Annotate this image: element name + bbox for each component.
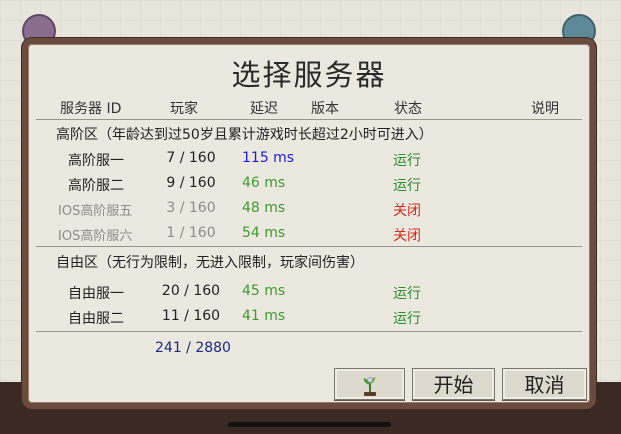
total-divider	[36, 331, 582, 332]
server-name: 高阶服一	[68, 153, 124, 169]
section-divider	[36, 246, 582, 247]
col-players: 玩家	[170, 101, 198, 117]
col-server-id: 服务器 ID	[60, 101, 122, 117]
server-status: 运行	[393, 286, 421, 302]
total-players: 241 / 2880	[155, 340, 231, 356]
server-ping: 48 ms	[242, 200, 286, 216]
server-ping: 41 ms	[242, 308, 286, 324]
section-label-advanced: 高阶区（年龄达到过50岁且累计游戏时长超过2小时可进入）	[56, 127, 433, 143]
server-players: 1 / 160	[166, 225, 216, 241]
server-name: 高阶服二	[68, 178, 124, 194]
start-button[interactable]: 开始	[412, 368, 495, 400]
server-name: 自由服一	[68, 286, 124, 302]
server-status: 运行	[393, 153, 421, 169]
dialog-title: 选择服务器	[231, 58, 387, 92]
server-row[interactable]: 自由服一 20 / 160 45 ms 运行	[28, 283, 590, 305]
server-players: 9 / 160	[166, 175, 216, 191]
server-ping: 115 ms	[242, 150, 295, 166]
col-status: 状态	[394, 101, 422, 117]
table-header: 服务器 ID 玩家 延迟 版本 状态 说明	[28, 98, 590, 120]
server-ping: 54 ms	[242, 225, 286, 241]
server-row[interactable]: 高阶服一 7 / 160 115 ms 运行	[28, 150, 590, 172]
server-players: 7 / 160	[166, 150, 216, 166]
server-row[interactable]: IOS高阶服六 1 / 160 54 ms 关闭	[28, 225, 590, 247]
section-label-free: 自由区（无行为限制，无进入限制，玩家间伤害）	[56, 255, 364, 271]
server-name: 自由服二	[68, 311, 124, 327]
server-status: 关闭	[393, 228, 421, 244]
home-indicator[interactable]	[228, 422, 391, 427]
col-description: 说明	[531, 101, 559, 117]
cancel-button[interactable]: 取消	[502, 368, 587, 400]
server-row[interactable]: 自由服二 11 / 160 41 ms 运行	[28, 308, 590, 330]
server-players: 11 / 160	[161, 308, 221, 324]
server-status: 运行	[393, 178, 421, 194]
server-select-dialog: 选择服务器 服务器 ID 玩家 延迟 版本 状态 说明 高阶区（年龄达到过50岁…	[22, 38, 596, 409]
server-ping: 46 ms	[242, 175, 286, 191]
server-players: 3 / 160	[166, 200, 216, 216]
server-status: 关闭	[393, 203, 421, 219]
server-name: IOS高阶服六	[58, 229, 133, 244]
server-players: 20 / 160	[161, 283, 221, 299]
col-latency: 延迟	[250, 101, 278, 117]
server-row[interactable]: IOS高阶服五 3 / 160 48 ms 关闭	[28, 200, 590, 222]
server-row[interactable]: 高阶服二 9 / 160 46 ms 运行	[28, 175, 590, 197]
header-divider	[36, 119, 582, 120]
sprout-icon	[363, 377, 376, 396]
server-ping: 45 ms	[242, 283, 286, 299]
col-version: 版本	[311, 101, 339, 117]
server-name: IOS高阶服五	[58, 204, 133, 219]
server-status: 运行	[393, 311, 421, 327]
mods-button[interactable]	[334, 368, 405, 400]
